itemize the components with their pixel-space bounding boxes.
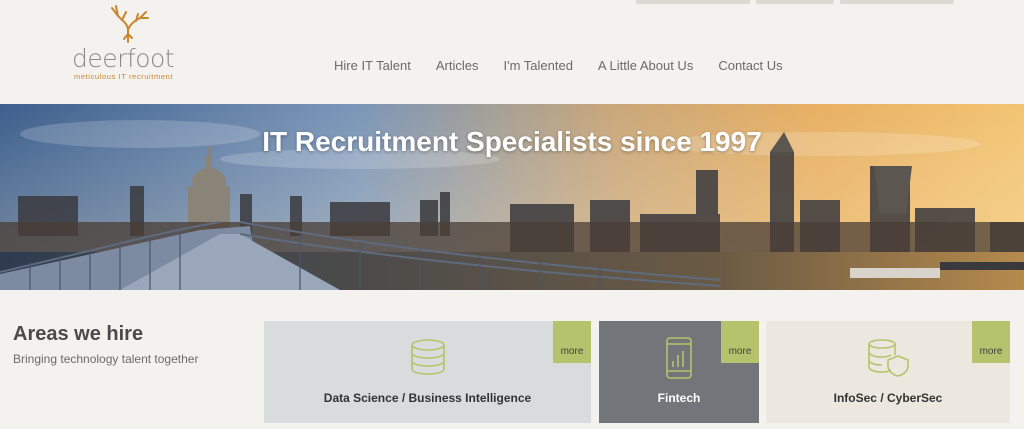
card-fintech[interactable]: Fintech more: [599, 321, 759, 423]
hero-title: IT Recruitment Specialists since 1997: [262, 126, 762, 157]
areas-section: Areas we hire Bringing technology talent…: [13, 323, 198, 366]
nav-im-talented[interactable]: I'm Talented: [503, 58, 572, 73]
areas-title: Areas we hire: [13, 323, 144, 345]
brand-tagline: meticulous IT recruitment: [74, 72, 174, 81]
card-data-science[interactable]: Data Science / Business Intelligence mor…: [264, 321, 591, 423]
nav-articles[interactable]: Articles: [436, 58, 479, 73]
top-utility-tabs: [636, 0, 954, 4]
database-icon: [410, 339, 445, 375]
nav-about-us[interactable]: A Little About Us: [598, 58, 693, 73]
top-tab[interactable]: [636, 0, 750, 4]
mobile-chart-icon: [666, 337, 692, 379]
database-shield-icon: [868, 339, 909, 377]
top-tab[interactable]: [840, 0, 954, 4]
more-button[interactable]: more: [972, 321, 1010, 363]
more-button[interactable]: more: [553, 321, 591, 363]
card-label: Fintech: [657, 391, 701, 405]
areas-subtitle: Bringing technology talent together: [13, 352, 199, 366]
brand-name: deerfoot: [72, 44, 175, 73]
more-button[interactable]: more: [721, 321, 759, 363]
logo[interactable]: deerfoot meticulous IT recruitment: [72, 4, 182, 81]
card-label: InfoSec / CyberSec: [833, 391, 943, 405]
card-label: Data Science / Business Intelligence: [323, 391, 532, 405]
top-tab[interactable]: [756, 0, 834, 4]
main-nav: Hire IT Talent Articles I'm Talented A L…: [334, 58, 783, 73]
nav-hire-it-talent[interactable]: Hire IT Talent: [334, 58, 411, 73]
card-infosec[interactable]: InfoSec / CyberSec more: [766, 321, 1010, 423]
antler-icon: [111, 5, 149, 43]
hero-banner: IT Recruitment Specialists since 1997: [0, 104, 1024, 290]
nav-contact-us[interactable]: Contact Us: [718, 58, 782, 73]
